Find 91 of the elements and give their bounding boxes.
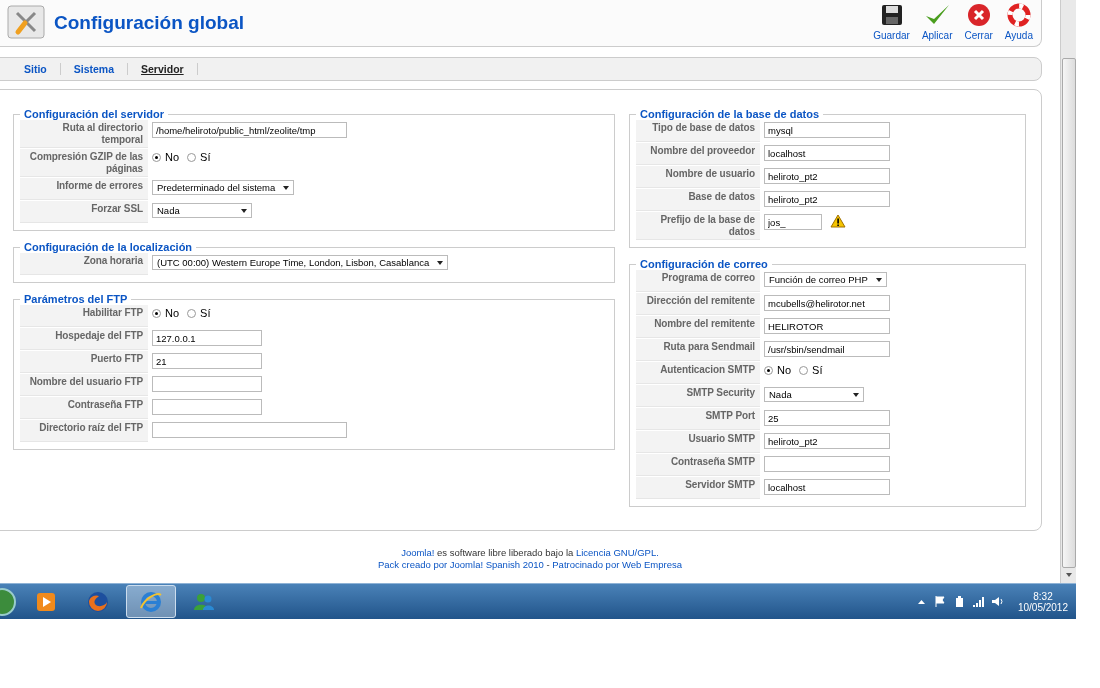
- firefox-icon: [86, 589, 110, 614]
- signal-icon: [971, 595, 985, 609]
- footer-text: Pack creado por Joomla! Spanish 2010 - Patrocinado por Web Empresa: [378, 559, 682, 570]
- toolbar-button[interactable]: Ayuda: [1004, 2, 1033, 41]
- tab[interactable]: Sitio: [11, 63, 61, 75]
- field-label: Ruta para Sendmail: [636, 339, 760, 361]
- dropdown[interactable]: Nada: [764, 387, 864, 402]
- tab[interactable]: Servidor: [128, 63, 198, 75]
- field-label: SMTP Security: [636, 385, 760, 407]
- radio-button[interactable]: [799, 365, 809, 375]
- input-field[interactable]: 25: [764, 410, 890, 426]
- field-label: Zona horaria: [20, 253, 148, 275]
- radio-label: No: [777, 364, 792, 376]
- input-field[interactable]: 21: [152, 353, 262, 369]
- field-label: Prefijo de la base de datos: [636, 212, 760, 240]
- start-orb-icon: [0, 586, 18, 617]
- input-field[interactable]: /home/heliroto/public_html/zeolite/tmp: [152, 122, 347, 138]
- dropdown[interactable]: Función de correo PHP: [764, 272, 887, 287]
- radio-label: Sí: [812, 364, 823, 376]
- field-label: Servidor SMTP: [636, 477, 760, 499]
- browser-e-icon: [139, 589, 163, 614]
- radio-button[interactable]: [187, 152, 197, 162]
- field-label: Contraseña SMTP: [636, 454, 760, 476]
- dropdown[interactable]: Predeterminado del sistema: [152, 180, 295, 195]
- input-field[interactable]: [152, 422, 347, 438]
- radio-button[interactable]: [152, 308, 161, 318]
- input-field[interactable]: heliroto_pt2: [764, 433, 890, 449]
- radio-label: No: [165, 307, 180, 319]
- field-label: Habilitar FTP: [20, 305, 148, 327]
- input-field[interactable]: jos_: [764, 214, 822, 230]
- footer-link[interactable]: Licencia GNU/GPL.: [575, 547, 659, 558]
- field-label: Programa de correo: [636, 270, 760, 292]
- field-label: Ruta al directorio temporal: [20, 120, 148, 148]
- dropdown[interactable]: (UTC 00:00) Western Europe Time, London, Lisbon, Casablanca: [152, 255, 449, 270]
- toolbar-button[interactable]: Guardar: [873, 2, 910, 41]
- input-field[interactable]: mcubells@helirotor.net: [764, 295, 890, 311]
- input-field[interactable]: /usr/sbin/sendmail: [764, 341, 890, 357]
- input-field[interactable]: heliroto_pt2: [764, 191, 890, 207]
- input-field[interactable]: [152, 376, 262, 392]
- field-label: SMTP Port: [636, 408, 760, 430]
- speaker-icon: [990, 595, 1004, 609]
- field-label: Tipo de base de datos: [636, 120, 760, 142]
- fieldset-legend: Configuración de la base de datos: [636, 108, 824, 120]
- footer-link[interactable]: Pack creado por Joomla! Spanish 2010: [378, 559, 544, 570]
- field-label: Nombre del proveedor: [636, 143, 760, 165]
- field-label: Dirección del remitente: [636, 293, 760, 315]
- tab[interactable]: Sistema: [60, 63, 129, 75]
- field-label: Usuario SMTP: [636, 431, 760, 453]
- scrollbar[interactable]: [1060, 0, 1076, 584]
- field-label: Nombre del usuario FTP: [20, 374, 148, 396]
- toolbar-button[interactable]: Aplicar: [921, 2, 953, 41]
- field-label: Nombre de usuario: [636, 166, 760, 188]
- input-field[interactable]: HELIROTOR: [764, 318, 890, 334]
- input-field[interactable]: [764, 456, 890, 472]
- clock-time: 8:32: [1033, 590, 1053, 602]
- input-field[interactable]: mysql: [764, 122, 890, 138]
- taskbar-button[interactable]: [126, 585, 176, 619]
- fieldset-legend: Configuración de la localización: [20, 241, 197, 253]
- field-label: Forzar SSL: [20, 201, 148, 223]
- input-field[interactable]: localhost: [764, 479, 890, 495]
- radio-button[interactable]: [187, 308, 197, 318]
- field-label: Hospedaje del FTP: [20, 328, 148, 350]
- page-title: Configuración global: [54, 12, 245, 34]
- field-label: Contraseña FTP: [20, 397, 148, 419]
- toolbar-button[interactable]: Cerrar: [964, 2, 993, 41]
- tools-icon: [7, 5, 45, 41]
- radio-label: Sí: [200, 307, 211, 319]
- radio-button[interactable]: [764, 365, 773, 375]
- input-field[interactable]: 127.0.0.1: [152, 330, 262, 346]
- footer-link[interactable]: Patrocinado por Web Empresa: [552, 559, 682, 570]
- input-field[interactable]: heliroto_pt2: [764, 168, 890, 184]
- clock-date: 10/05/2012: [1017, 601, 1068, 613]
- radio-label: Sí: [200, 151, 211, 163]
- radio-label: No: [165, 151, 180, 163]
- fieldset-legend: Configuración del servidor: [20, 108, 168, 120]
- field-label: Nombre del remitente: [636, 316, 760, 338]
- field-label: Base de datos: [636, 189, 760, 211]
- field-label: Autenticacion SMTP: [636, 362, 760, 384]
- fieldset-legend: Parámetros del FTP: [20, 293, 132, 305]
- radio-button[interactable]: [152, 152, 161, 162]
- fieldset-legend: Configuración de correo: [636, 258, 772, 270]
- field-label: Compresión GZIP de las páginas: [20, 149, 148, 177]
- field-label: Directorio raíz del FTP: [20, 420, 148, 442]
- footer-text: Joomla! es software libre liberado bajo la Licencia GNU/GPL.: [401, 547, 659, 558]
- input-field[interactable]: [152, 399, 262, 415]
- footer-link[interactable]: Joomla!: [401, 547, 435, 558]
- field-label: Informe de errores: [20, 178, 148, 200]
- field-label: Puerto FTP: [20, 351, 148, 373]
- input-field[interactable]: localhost: [764, 145, 890, 161]
- flag-icon: [933, 595, 947, 609]
- dropdown[interactable]: Nada: [152, 203, 252, 218]
